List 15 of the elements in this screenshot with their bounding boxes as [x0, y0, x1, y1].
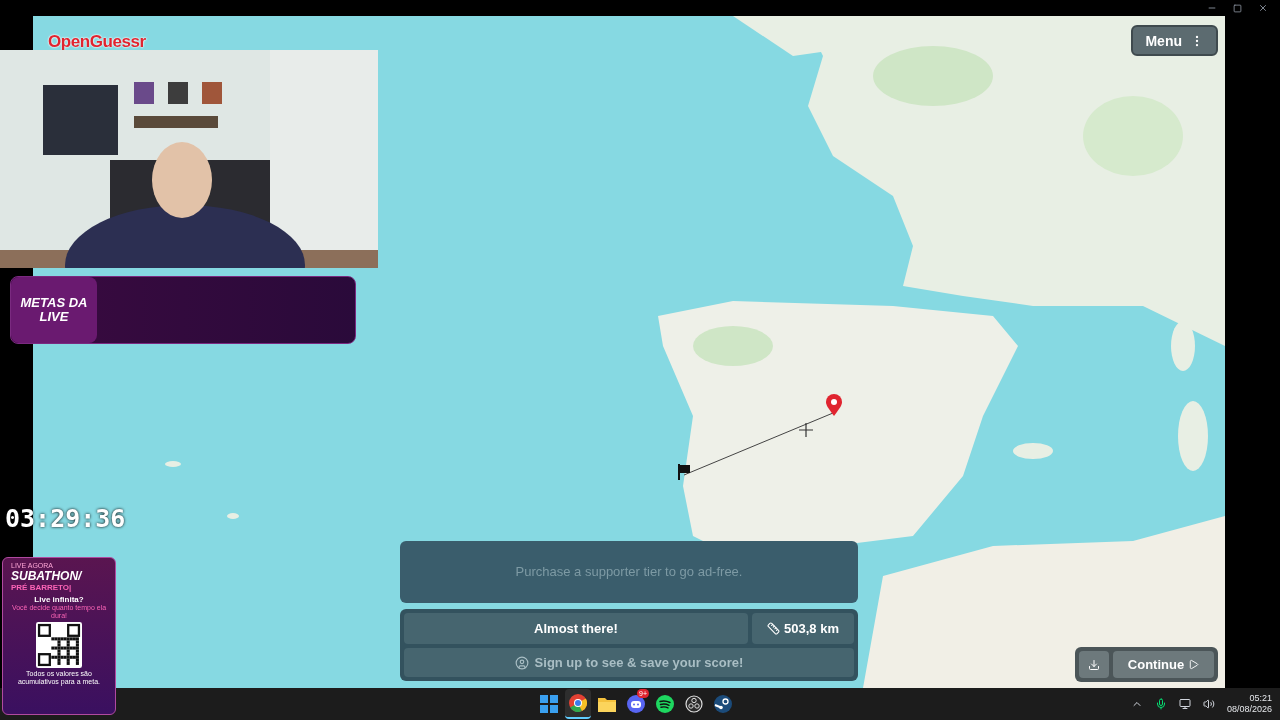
clock-time: 05:21 — [1249, 693, 1272, 704]
games-launcher-icon[interactable] — [714, 695, 732, 713]
network-icon[interactable] — [1178, 698, 1191, 710]
chat-app-icon[interactable] — [627, 695, 645, 713]
taskbar-button[interactable] — [565, 689, 591, 719]
close-icon[interactable] — [1258, 3, 1268, 13]
maximize-icon[interactable] — [1233, 3, 1242, 13]
music-app-icon[interactable] — [656, 695, 674, 713]
folder-icon[interactable] — [598, 696, 616, 712]
microphone-icon[interactable] — [1154, 698, 1167, 710]
browser-icon[interactable] — [569, 694, 587, 712]
windows-start-icon[interactable] — [540, 695, 558, 713]
clock-date: 08/08/2026 — [1226, 704, 1272, 715]
recorder-icon[interactable] — [685, 695, 703, 713]
volume-icon[interactable] — [1202, 698, 1215, 710]
